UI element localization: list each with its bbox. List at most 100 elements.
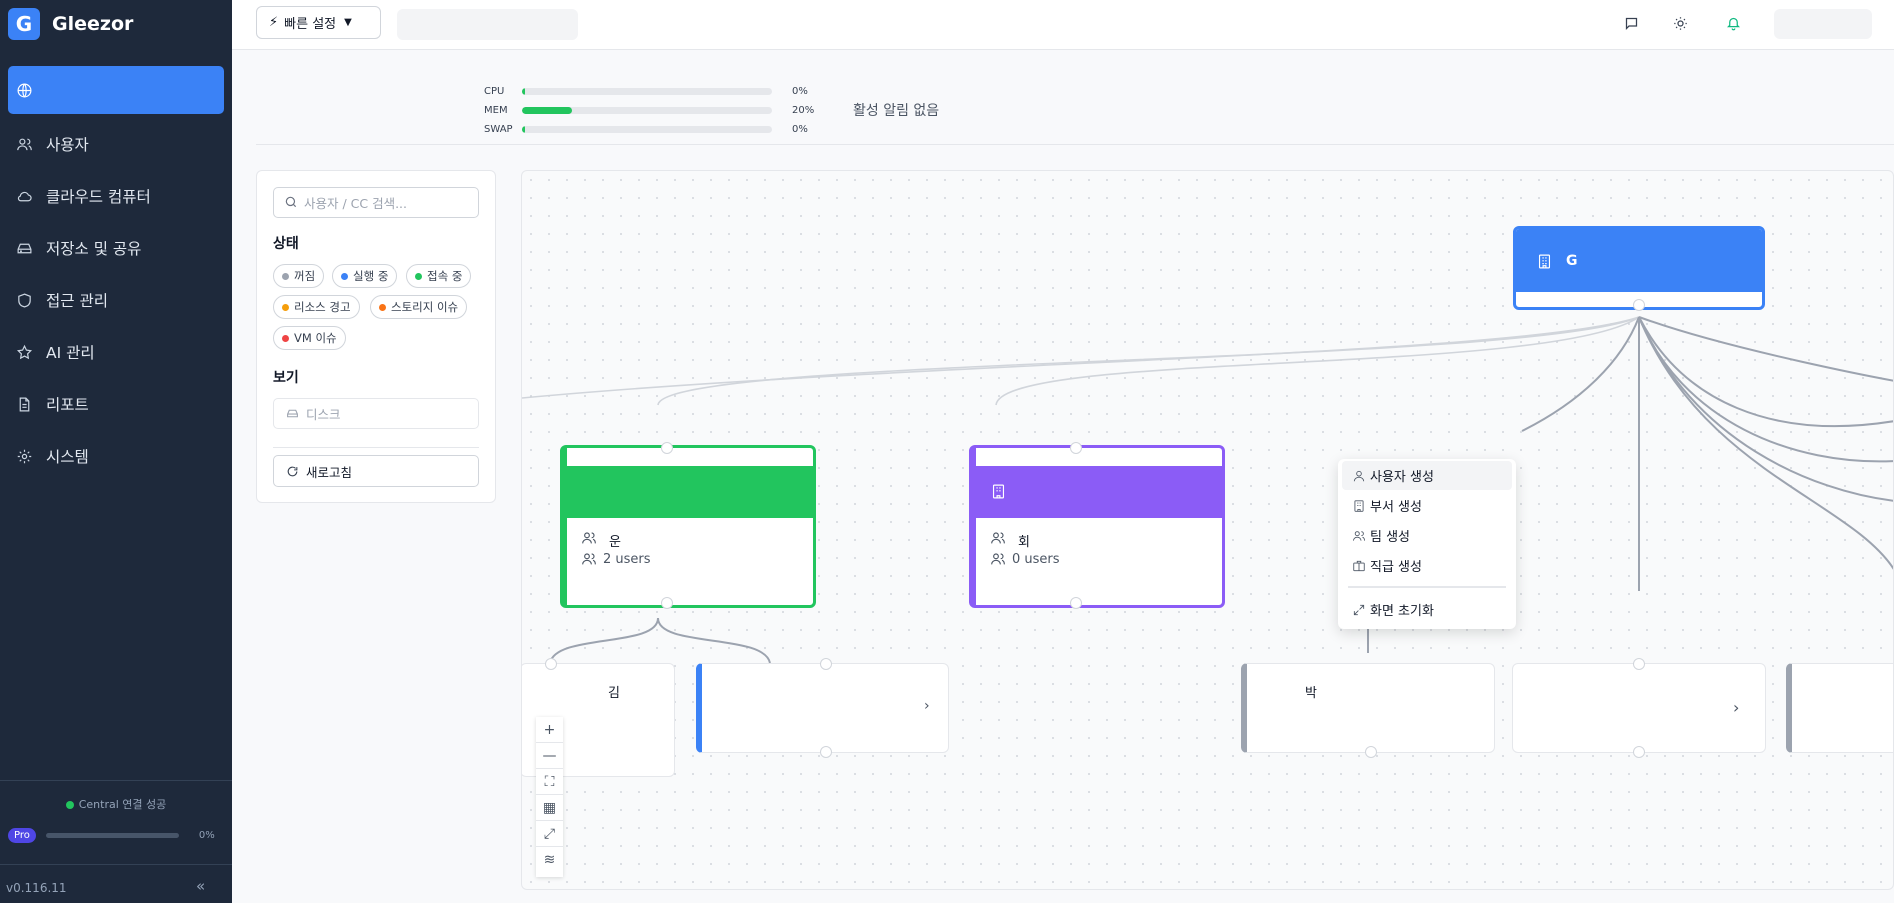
sidebar-item-label: 리포트 (46, 396, 89, 414)
node-handle[interactable] (1633, 746, 1645, 758)
building-icon (992, 484, 1005, 499)
metric-mem: MEM 20% (484, 102, 824, 118)
sidebar-item-users[interactable]: 사용자 (0, 118, 232, 170)
logo-mark: G (8, 8, 40, 40)
status-chip-resource-warning[interactable]: 리소스 경고 (273, 295, 360, 319)
metric-label: SWAP (484, 123, 513, 135)
status-dot (282, 334, 289, 342)
theme-toggle-icon[interactable] (1671, 14, 1689, 32)
menu-item-label: 부서 생성 (1370, 500, 1422, 515)
sidebar-nav: 사용자 클라우드 컴퓨터 저장소 및 공유 접근 관리 AI 관리 리포트 시스… (0, 66, 232, 482)
status-chip-connected[interactable]: 접속 중 (406, 264, 472, 288)
metric-label: CPU (484, 85, 505, 97)
metric-bar (522, 106, 772, 114)
department-node[interactable]: 운 2 users (560, 442, 816, 609)
status-dot (379, 303, 386, 311)
refresh-label: 새로고침 (306, 464, 353, 480)
menu-item-reset-view[interactable]: 화면 초기화 (1342, 595, 1512, 624)
layout-icon[interactable]: ≋ (536, 847, 563, 873)
panel-divider (273, 447, 479, 448)
status-chip-storage-issue[interactable]: 스토리지 이슈 (370, 295, 468, 319)
team-node[interactable]: › (696, 658, 949, 758)
user-node-name: 김 (608, 686, 620, 701)
status-chip-off[interactable]: 꺼짐 (273, 264, 325, 288)
node-handle[interactable] (1070, 597, 1082, 609)
menu-item-create-position[interactable]: 직급 생성 (1342, 551, 1512, 580)
user-menu-placeholder[interactable] (1774, 9, 1872, 39)
chip-label: VM 이슈 (294, 331, 337, 345)
users-icon (582, 553, 596, 565)
refresh-button[interactable]: 새로고침 (273, 455, 479, 487)
menu-item-create-user[interactable]: 사용자 생성 (1342, 461, 1512, 490)
logo[interactable]: G Gleezor (8, 8, 133, 40)
metric-bar-fill (522, 87, 525, 95)
sidebar-divider (0, 864, 232, 865)
node-handle[interactable] (1633, 299, 1645, 311)
chevron-right-icon[interactable]: › (1733, 698, 1739, 717)
users-icon (991, 532, 1005, 544)
bell-icon[interactable] (1724, 14, 1742, 32)
quick-settings-button[interactable]: ⚡ 빠른 설정 ▼ (256, 6, 381, 39)
sidebar-item-storage[interactable]: 저장소 및 공유 (0, 222, 232, 274)
sidebar-item-reports[interactable]: 리포트 (0, 378, 232, 430)
edge (1638, 316, 1893, 502)
node-handle[interactable] (1070, 442, 1082, 454)
department-node-header (567, 466, 813, 518)
node-handle[interactable] (820, 658, 832, 670)
plan-usage-bar (45, 833, 179, 838)
team-node[interactable] (1786, 663, 1893, 753)
view-select[interactable]: 디스크 (273, 398, 479, 429)
message-icon[interactable] (1622, 14, 1640, 32)
team-node[interactable]: › (1512, 658, 1766, 758)
sidebar-item-ai[interactable]: AI 관리 (0, 326, 232, 378)
node-handle[interactable] (820, 746, 832, 758)
collapse-sidebar-button[interactable]: « (196, 877, 205, 895)
expand-icon[interactable]: ⤢ (536, 821, 563, 847)
user-node-name: 박 (1305, 686, 1317, 701)
root-node[interactable]: G (1513, 226, 1765, 311)
connection-status: Central 연결 성공 (0, 796, 232, 812)
node-handle[interactable] (661, 442, 673, 454)
chevron-right-icon[interactable]: › (924, 698, 930, 714)
sidebar-item-label: 접근 관리 (46, 292, 108, 310)
menu-item-create-department[interactable]: 부서 생성 (1342, 491, 1512, 520)
edge (1638, 316, 1893, 428)
sidebar-item-cloud-computer[interactable]: 클라우드 컴퓨터 (0, 170, 232, 222)
zoom-in-icon[interactable]: + (536, 717, 563, 743)
node-handle[interactable] (1365, 746, 1377, 758)
status-chip-running[interactable]: 실행 중 (332, 264, 398, 288)
edge (657, 316, 1640, 406)
canvas-controls: + — ⛶ ▦ ⤢ ≋ (536, 717, 563, 877)
metric-bar (522, 125, 772, 133)
org-chart-canvas[interactable]: G 운 2 users 회 0 users 김 › 박 › 사용자 생성 부서 … (521, 170, 1894, 890)
sidebar-item-system[interactable]: 시스템 (0, 430, 232, 482)
connection-status-text: Central 연결 성공 (78, 798, 167, 811)
menu-item-label: 사용자 생성 (1370, 470, 1434, 485)
menu-item-create-team[interactable]: 팀 생성 (1342, 521, 1512, 550)
status-dot (341, 272, 348, 280)
loading-placeholder (397, 9, 578, 40)
file-icon (19, 397, 30, 411)
refresh-icon (287, 466, 298, 476)
quick-settings-label: 빠른 설정 (284, 17, 337, 32)
users-icon (991, 553, 1005, 565)
zoom-out-icon[interactable]: — (536, 743, 563, 769)
department-node[interactable]: 회 0 users (969, 442, 1225, 609)
status-dot (415, 272, 422, 280)
users-icon (582, 532, 596, 544)
node-handle[interactable] (545, 658, 557, 670)
search-input[interactable]: 사용자 / CC 검색... (273, 187, 479, 218)
edge (1638, 316, 1893, 463)
sidebar-item-label: 시스템 (46, 448, 89, 466)
status-chip-vm-issue[interactable]: VM 이슈 (273, 326, 346, 350)
fit-view-icon[interactable]: ⛶ (536, 769, 563, 795)
grid-icon[interactable]: ▦ (536, 795, 563, 821)
node-handle[interactable] (661, 597, 673, 609)
search-placeholder: 사용자 / CC 검색... (304, 196, 408, 211)
node-handle[interactable] (1633, 658, 1645, 670)
sidebar-item-globe[interactable] (8, 66, 224, 114)
view-section-title: 보기 (273, 370, 299, 386)
menu-item-label: 팀 생성 (1370, 530, 1411, 545)
user-node[interactable]: 박 (1241, 663, 1495, 758)
sidebar-item-access[interactable]: 접근 관리 (0, 274, 232, 326)
